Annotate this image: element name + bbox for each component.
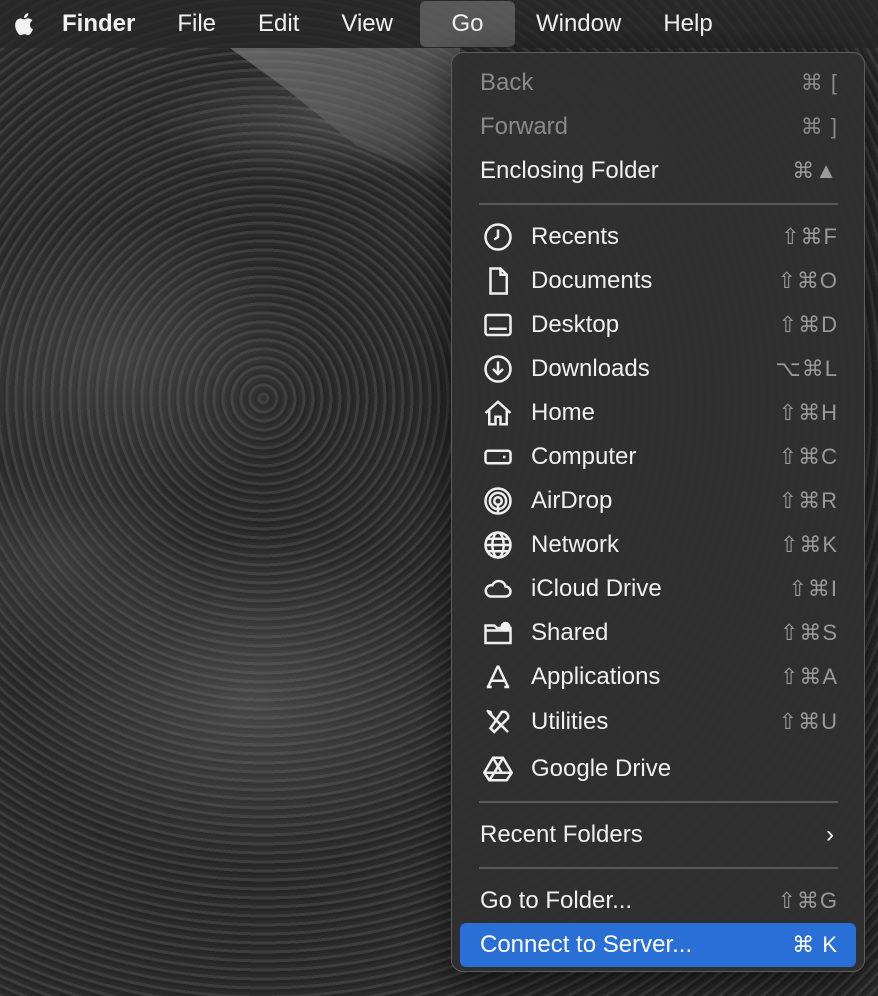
menu-item-label: Computer — [531, 443, 637, 470]
menu-item-label: AirDrop — [531, 487, 613, 514]
applications-icon — [482, 661, 514, 693]
shortcut: ⇧⌘A — [779, 664, 838, 689]
shortcut: ⌘ [ — [800, 70, 838, 95]
download-icon — [482, 353, 514, 385]
menu-item-airdrop[interactable]: AirDrop ⇧⌘R — [460, 479, 856, 523]
go-menu-dropdown: Back ⌘ [ Forward ⌘ ] Enclosing Folder ⌘▲… — [451, 52, 865, 972]
shortcut: ⇧⌘H — [778, 400, 838, 425]
document-icon — [482, 265, 514, 297]
menu-item-label: Connect to Server... — [480, 931, 693, 958]
computer-icon — [482, 441, 514, 473]
menu-item-label: Network — [531, 531, 620, 558]
chevron-right-icon: › — [826, 821, 834, 848]
menu-file[interactable]: File — [156, 0, 237, 48]
menu-item-label: Utilities — [531, 708, 609, 735]
shortcut: ⇧⌘D — [778, 312, 838, 337]
shortcut: ⌘ ] — [800, 114, 838, 139]
menu-item-label: Go to Folder... — [480, 887, 633, 914]
menu-item-forward[interactable]: Forward ⌘ ] — [460, 105, 856, 149]
menu-item-label: Documents — [531, 267, 653, 294]
menu-item-shared[interactable]: Shared ⇧⌘S — [460, 611, 856, 655]
menu-item-recents[interactable]: Recents ⇧⌘F — [460, 215, 856, 259]
menu-item-label: Recents — [531, 223, 620, 250]
menu-item-label: Shared — [531, 619, 609, 646]
menu-help[interactable]: Help — [642, 0, 733, 48]
menu-item-applications[interactable]: Applications ⇧⌘A — [460, 655, 856, 699]
shortcut: ⇧⌘S — [779, 620, 838, 645]
menu-item-label: Enclosing Folder — [480, 157, 659, 184]
menu-item-back[interactable]: Back ⌘ [ — [460, 61, 856, 105]
shortcut: ⇧⌘K — [779, 532, 838, 557]
menu-bar: Finder File Edit View Go Window Help — [0, 0, 878, 48]
menu-item-label: Recent Folders — [480, 821, 643, 848]
desktop-icon — [482, 309, 514, 341]
menu-item-recent-folders[interactable]: Recent Folders › — [460, 813, 856, 857]
menu-item-label: Forward — [480, 113, 569, 140]
shortcut: ⇧⌘R — [778, 488, 838, 513]
menu-item-label: Applications — [531, 663, 661, 690]
menu-finder[interactable]: Finder — [48, 0, 156, 48]
menu-edit[interactable]: Edit — [237, 0, 320, 48]
separator — [479, 801, 838, 803]
home-icon — [482, 397, 514, 429]
menu-item-desktop[interactable]: Desktop ⇧⌘D — [460, 303, 856, 347]
cloud-icon — [482, 573, 514, 605]
menu-item-label: iCloud Drive — [531, 575, 662, 602]
menu-item-label: Downloads — [531, 355, 650, 382]
utilities-icon — [482, 706, 514, 738]
apple-icon[interactable] — [0, 0, 34, 48]
shortcut: ⇧⌘F — [781, 224, 838, 249]
menu-view[interactable]: View — [320, 0, 414, 48]
airdrop-icon — [482, 485, 514, 517]
menu-item-home[interactable]: Home ⇧⌘H — [460, 391, 856, 435]
menu-item-go-to-folder[interactable]: Go to Folder... ⇧⌘G — [460, 879, 856, 923]
menu-go[interactable]: Go — [419, 1, 515, 47]
globe-icon — [482, 529, 514, 561]
shortcut: ⇧⌘I — [788, 576, 838, 601]
menu-item-documents[interactable]: Documents ⇧⌘O — [460, 259, 856, 303]
google-drive-icon — [482, 753, 514, 785]
menu-item-downloads[interactable]: Downloads ⌥⌘L — [460, 347, 856, 391]
menu-item-enclosing-folder[interactable]: Enclosing Folder ⌘▲ — [460, 149, 856, 193]
menu-item-google-drive[interactable]: Google Drive — [460, 747, 856, 791]
shortcut: ⇧⌘U — [778, 709, 838, 734]
separator — [479, 867, 838, 869]
menu-item-network[interactable]: Network ⇧⌘K — [460, 523, 856, 567]
shortcut: ⇧⌘G — [777, 888, 838, 913]
shortcut: ⌘▲ — [792, 158, 838, 183]
menu-item-label: Google Drive — [531, 755, 672, 782]
menu-item-label: Back — [480, 69, 534, 96]
menu-window[interactable]: Window — [515, 0, 642, 48]
separator — [479, 203, 838, 205]
shortcut: ⇧⌘C — [778, 444, 838, 469]
menu-item-computer[interactable]: Computer ⇧⌘C — [460, 435, 856, 479]
menu-item-label: Desktop — [531, 311, 620, 338]
shortcut: ⇧⌘O — [777, 268, 838, 293]
menu-item-utilities[interactable]: Utilities ⇧⌘U — [460, 700, 856, 744]
menu-item-connect-to-server[interactable]: Connect to Server... ⌘ K — [460, 923, 856, 967]
menu-item-label: Home — [531, 399, 596, 426]
shortcut: ⌘ K — [792, 932, 838, 957]
clock-icon — [482, 221, 514, 253]
menu-item-icloud-drive[interactable]: iCloud Drive ⇧⌘I — [460, 567, 856, 611]
shortcut: ⌥⌘L — [775, 356, 838, 381]
shared-folder-icon — [482, 617, 514, 649]
